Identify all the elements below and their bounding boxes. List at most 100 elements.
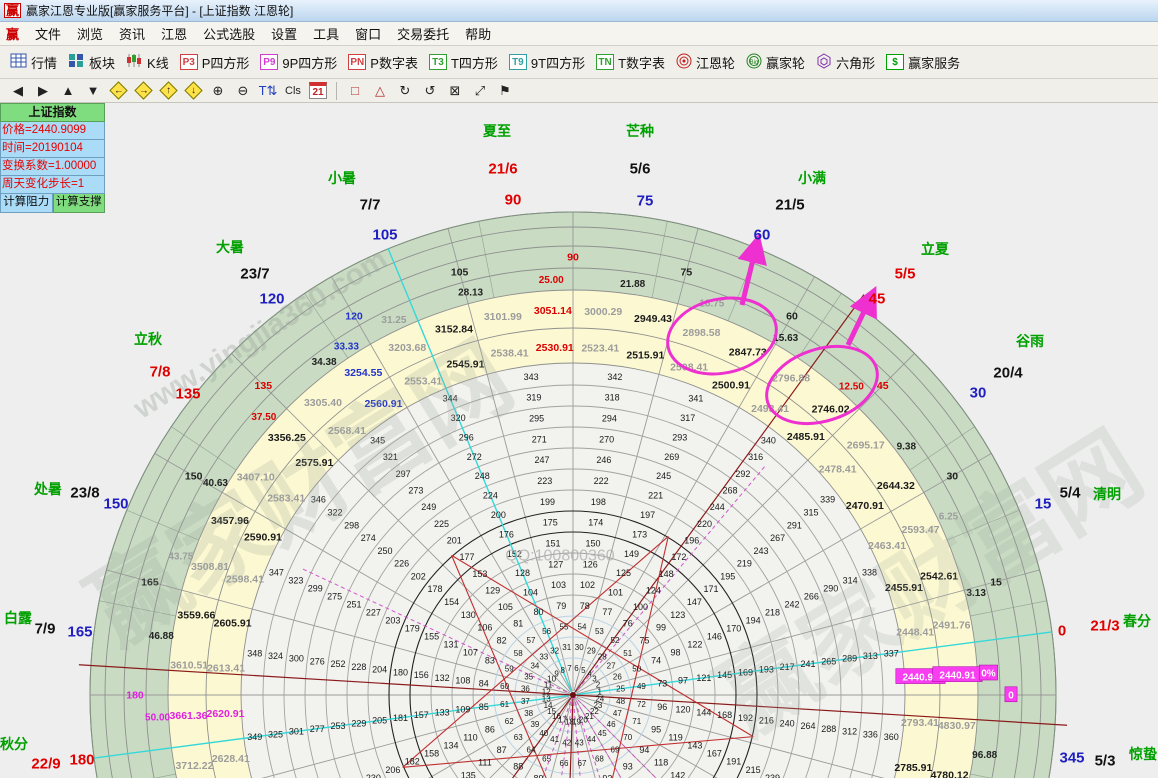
T数字表-button[interactable]: TNT数字表 [592,50,672,75]
svg-text:31.25: 31.25 [381,315,406,326]
pan-right-icon[interactable]: → [131,81,155,101]
menu-item-0[interactable]: 文件 [27,22,69,45]
svg-text:132: 132 [435,673,450,683]
计算支撑-button[interactable]: 计算支撑 [53,194,106,213]
zoom-in-icon[interactable]: ⊕ [206,81,230,101]
板块-button[interactable]: 板块 [64,50,122,75]
menu-item-9[interactable]: 帮助 [457,22,499,45]
svg-text:340: 340 [761,435,776,445]
menu-item-5[interactable]: 设置 [263,22,305,45]
svg-text:3610.51: 3610.51 [170,659,208,671]
svg-text:319: 319 [526,393,541,403]
svg-text:6: 6 [574,664,579,673]
toolbar-label: T数字表 [618,53,665,72]
p9-square-icon: P9 [260,54,278,70]
svg-text:73: 73 [657,678,667,688]
K线-button[interactable]: K线 [122,50,176,75]
pan-left-icon[interactable]: ← [106,81,130,101]
svg-text:108: 108 [455,676,470,686]
zoom-out-icon[interactable]: ⊖ [231,81,255,101]
menu-item-1[interactable]: 浏览 [69,22,111,45]
svg-text:72: 72 [637,700,646,709]
svg-text:119: 119 [668,733,682,743]
menu-item-7[interactable]: 窗口 [347,22,389,45]
xbox-tool-icon[interactable]: ⊠ [443,81,467,101]
六角形-button[interactable]: 六角形 [812,50,882,75]
svg-text:173: 173 [632,529,647,539]
info-row-2: 变换系数=1.00000 [0,158,105,176]
pan-up-icon[interactable]: ↑ [156,81,180,101]
rect-tool-icon[interactable]: □ [343,81,367,101]
svg-text:174: 174 [588,518,603,528]
svg-text:123: 123 [670,610,685,620]
svg-text:2500.91: 2500.91 [712,380,750,392]
instrument-title-tab[interactable]: 上证指数 [0,103,105,122]
计算阻力-button[interactable]: 计算阻力 [0,194,53,213]
rotate-down-icon[interactable]: ▼ [81,81,105,101]
svg-text:66: 66 [560,759,569,768]
menu-item-2[interactable]: 资讯 [111,22,153,45]
P数字表-button[interactable]: PNP数字表 [344,50,425,75]
rotate-cw-icon[interactable]: ↻ [393,81,417,101]
gann-wheel-canvas[interactable]: 1234567891011121314151617181920212223242… [0,103,1158,778]
svg-text:245: 245 [656,471,671,481]
svg-text:3661.36: 3661.36 [170,710,208,722]
cls-button[interactable]: Cls [281,81,305,101]
menu-item-8[interactable]: 交易委托 [389,22,457,45]
行情-button[interactable]: 行情 [6,50,64,75]
svg-text:272: 272 [467,452,482,462]
calendar-icon[interactable]: 21 [309,82,327,99]
赢家服务-button[interactable]: $赢家服务 [882,50,967,75]
menu-item-4[interactable]: 公式选股 [195,22,263,45]
triangle-tool-icon[interactable]: △ [368,81,392,101]
instrument-info-panel: 上证指数 价格=2440.9099时间=20190104变换系数=1.00000… [0,103,105,213]
赢家轮-button[interactable]: Big赢家轮 [742,50,812,75]
rotate-ccw-icon[interactable]: ↺ [418,81,442,101]
P四方形-button[interactable]: P3P四方形 [176,50,257,75]
gann-wheel-svg[interactable]: 1234567891011121314151617181920212223242… [0,103,1158,778]
svg-text:4830.97: 4830.97 [938,720,976,732]
info-row-0: 价格=2440.9099 [0,122,105,140]
svg-text:47: 47 [613,709,622,718]
svg-text:67: 67 [578,759,587,768]
svg-text:51: 51 [623,649,632,658]
svg-text:191: 191 [726,757,741,767]
svg-text:44: 44 [587,735,596,744]
svg-text:128: 128 [515,568,530,578]
prev-icon[interactable]: ◀ [6,81,30,101]
svg-text:199: 199 [540,497,555,507]
next-icon[interactable]: ▶ [31,81,55,101]
svg-text:215: 215 [746,765,761,775]
app-window: 赢 赢家江恩专业版[赢家服务平台] - [上证指数 江恩轮] 赢 文件浏览资讯江… [0,0,1158,778]
quotes-table-icon [10,53,27,71]
flag-tool-icon[interactable]: ⚑ [493,81,517,101]
svg-text:181: 181 [393,713,408,723]
9P四方形-button[interactable]: P99P四方形 [256,50,344,75]
rotate-up-icon[interactable]: ▲ [56,81,80,101]
svg-text:102: 102 [580,580,595,590]
svg-text:219: 219 [737,559,752,569]
svg-text:2605.91: 2605.91 [214,617,252,629]
svg-text:341: 341 [688,394,703,404]
svg-text:301: 301 [289,727,304,737]
svg-text:90: 90 [567,252,579,264]
toolbar-label: T四方形 [451,53,498,72]
T四方形-button[interactable]: T3T四方形 [425,50,505,75]
pan-down-icon[interactable]: ↓ [181,81,205,101]
svg-text:77: 77 [602,607,612,617]
svg-text:267: 267 [770,533,785,543]
9T四方形-button[interactable]: T99T四方形 [505,50,592,75]
toolbar-separator [336,82,337,100]
resize-tool-icon[interactable]: ⤢ [468,81,492,101]
svg-text:109: 109 [455,705,470,715]
svg-text:323: 323 [288,575,303,585]
svg-text:156: 156 [414,670,429,680]
江恩轮-button[interactable]: 江恩轮 [672,50,742,75]
svg-text:27: 27 [607,662,616,671]
svg-text:103: 103 [551,580,566,590]
menu-item-3[interactable]: 江恩 [153,22,195,45]
menu-item-6[interactable]: 工具 [305,22,347,45]
svg-text:252: 252 [331,659,346,669]
svg-text:98: 98 [671,648,681,658]
time-scale-icon[interactable]: T⇅ [256,81,280,101]
